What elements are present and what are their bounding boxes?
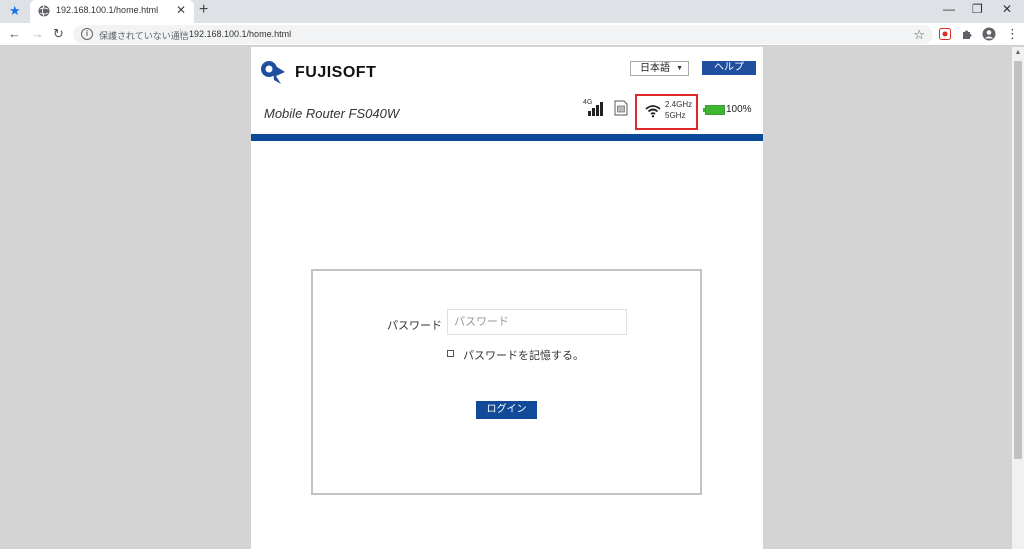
security-indicator[interactable]: 保護されていない通信 [99, 29, 189, 42]
forward-icon[interactable]: → [31, 26, 44, 41]
sim-card-icon [614, 100, 628, 116]
address-bar[interactable]: i 保護されていない通信 | 192.168.100.1/home.html ☆ [73, 25, 933, 44]
remember-password-checkbox[interactable] [447, 350, 454, 357]
fujisoft-logo-icon [261, 61, 285, 84]
chevron-down-icon: ▼ [676, 65, 683, 72]
window-close-icon[interactable]: ✕ [1002, 2, 1012, 16]
reload-icon[interactable]: ↻ [53, 26, 64, 41]
bookmark-star-icon[interactable]: ☆ [913, 27, 925, 42]
extensions-puzzle-icon[interactable] [961, 28, 973, 40]
browser-toolbar: ← → ↻ i 保護されていない通信 | 192.168.100.1/home.… [0, 23, 1024, 46]
wifi-status-highlight: 2.4GHz 5GHz [635, 94, 698, 130]
router-page: FUJISOFT 日本語 ▼ ヘルプ Mobile Router FS040W … [251, 47, 763, 549]
tab-title: 192.168.100.1/home.html [56, 5, 159, 15]
page-scrollbar[interactable]: ▲ [1012, 47, 1024, 549]
close-tab-icon[interactable]: ✕ [176, 3, 186, 17]
login-button[interactable]: ログイン [476, 401, 537, 419]
wifi-icon [645, 105, 661, 118]
new-tab-icon[interactable]: + [199, 1, 208, 19]
url-separator: | [179, 28, 182, 39]
scroll-thumb[interactable] [1014, 61, 1022, 459]
wifi-band-2-4ghz: 2.4GHz [665, 100, 693, 109]
info-icon[interactable]: i [81, 28, 93, 40]
language-selected: 日本語 [640, 63, 670, 74]
star-icon[interactable]: ★ [9, 3, 21, 19]
extension-shield-icon[interactable] [939, 28, 951, 40]
url-text[interactable]: 192.168.100.1/home.html [189, 29, 291, 39]
battery-percent: 100% [726, 104, 752, 115]
battery-icon [703, 105, 725, 115]
wifi-band-5ghz: 5GHz [665, 111, 686, 120]
menu-icon[interactable]: ⋮ [1006, 27, 1019, 41]
password-label: パスワード [387, 320, 442, 332]
remember-password-label[interactable]: パスワードを記憶する。 [463, 347, 584, 363]
password-input[interactable] [447, 309, 627, 335]
help-button[interactable]: ヘルプ [702, 61, 756, 75]
brand-name: FUJISOFT [295, 64, 377, 81]
header-divider [251, 134, 763, 141]
scroll-up-icon[interactable]: ▲ [1012, 47, 1024, 59]
minimize-icon[interactable]: — [943, 2, 955, 16]
remember-password-row[interactable]: パスワードを記憶する。 [447, 347, 647, 363]
signal-strength-icon [588, 102, 603, 116]
profile-icon[interactable] [982, 27, 996, 41]
restore-icon[interactable]: ❐ [972, 2, 983, 16]
tab-strip: ★ 192.168.100.1/home.html ✕ + — ❐ ✕ [0, 0, 1024, 23]
login-panel: パスワード パスワードを記憶する。 ログイン [311, 269, 702, 495]
back-icon[interactable]: ← [8, 26, 21, 41]
model-name: Mobile Router FS040W [264, 106, 400, 121]
language-select[interactable]: 日本語 ▼ [630, 61, 689, 76]
browser-tab[interactable]: 192.168.100.1/home.html ✕ [30, 0, 194, 23]
globe-icon [38, 5, 50, 17]
